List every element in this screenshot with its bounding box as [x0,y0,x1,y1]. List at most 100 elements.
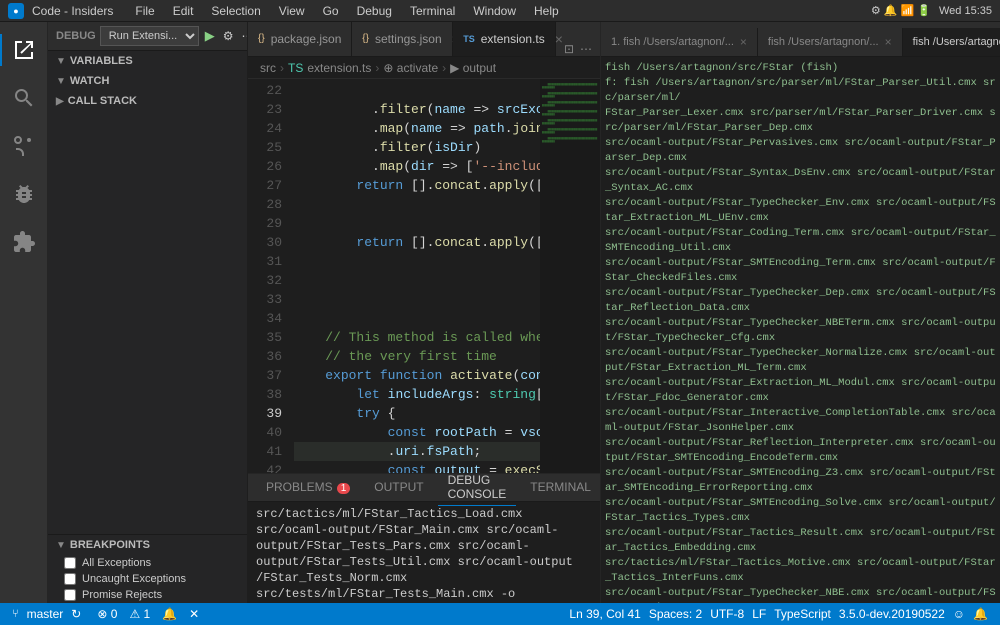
tab-settings-json[interactable]: {} settings.json × [352,22,453,56]
watch-header[interactable]: ▼ WATCH [48,71,247,91]
tab-package-json[interactable]: {} package.json × [248,22,352,56]
right-panel-content[interactable]: fish /Users/artagnon/src/FStar (fish) f:… [601,57,1000,603]
spaces[interactable]: Spaces: 2 [649,607,702,621]
right-panel-tabs: 1. fish /Users/artagnon/... × fish /User… [601,22,1000,57]
warning-count: ⚠ 1 [129,607,150,621]
encoding[interactable]: UTF-8 [710,607,744,621]
menu-file[interactable]: File [127,0,162,22]
line-numbers: 2223242526 2728293031 3233343536 3738 39… [248,79,290,473]
main-layout: DEBUG Run Extensi... ▶ ⚙ ⋯ ▼ VARIABLES ▼… [0,22,1000,603]
tab-package-label: package.json [271,32,342,46]
debug-label: DEBUG [56,30,96,42]
bp-promise-label: Promise Rejects [82,589,162,601]
callstack-section: ▶ CALL STACK [48,91,247,111]
git-icon: ⑂ [12,608,19,620]
bp-all-exceptions-label: All Exceptions [82,557,151,569]
callstack-header[interactable]: ▶ CALL STACK [48,91,247,111]
gear-icon[interactable]: ⚙ [221,27,236,45]
activity-git[interactable] [0,122,48,170]
panel-tab-output[interactable]: OUTPUT [364,476,433,499]
tab-extension-ts[interactable]: TS extension.ts × [453,22,556,56]
variables-header[interactable]: ▼ VARIABLES [48,51,247,71]
code-editor: 2223242526 2728293031 3233343536 3738 39… [248,79,600,473]
line-ending[interactable]: LF [752,607,766,621]
version-info: 3.5.0-dev.20190522 [839,607,945,621]
menu-bar: ● Code - Insiders File Edit Selection Vi… [0,0,1000,22]
breakpoints-header[interactable]: ▼ BREAKPOINTS [48,535,247,555]
split-editor-icon[interactable]: ⊡ [564,42,574,56]
activity-explorer[interactable] [0,26,48,74]
sidebar: DEBUG Run Extensi... ▶ ⚙ ⋯ ▼ VARIABLES ▼… [48,22,248,603]
panel-content[interactable]: src/tactics/ml/FStar_Tactics_Load.cmx sr… [248,502,600,603]
status-right: Ln 39, Col 41 Spaces: 2 UTF-8 LF TypeScr… [569,607,988,621]
error-count: ⊗ 0 [97,607,117,621]
panel-tab-problems[interactable]: PROBLEMS1 [256,476,360,499]
notification-icon: 🔔 [162,607,177,621]
feedback-icon[interactable]: ☺ [953,607,965,621]
right-tab-2[interactable]: fish /Users/artagnon/... × [758,28,903,56]
terminal-line: output/FStar_Tests_Pars.cmx src/ocaml-ou… [256,538,592,570]
menu-help[interactable]: Help [526,0,567,22]
watch-chevron: ▼ [56,76,66,87]
bp-promise: Promise Rejects [48,587,247,603]
minimap: ████████████████████████████████████████… [540,79,600,473]
breadcrumb-sep2: › [375,61,379,75]
right-tab-1-close[interactable]: × [740,35,747,49]
bp-all-exceptions-checkbox[interactable] [64,557,76,569]
breadcrumb: src › TS extension.ts › ⊕ activate › ▶ o… [248,57,600,79]
right-tab-3[interactable]: fish /Users/artagnon/... × [903,28,1000,56]
breadcrumb-output: ▶ output [450,61,496,75]
breakpoints-chevron: ▼ [56,540,66,551]
tab-extension-icon: TS [463,34,475,44]
tab-settings-label: settings.json [375,32,442,46]
activity-extensions[interactable] [0,218,48,266]
language-mode[interactable]: TypeScript [774,607,831,621]
activity-bar [0,22,48,603]
activity-debug[interactable] [0,170,48,218]
panel-tab-terminal[interactable]: TERMINAL [520,476,600,499]
panel-tabs: PROBLEMS1 OUTPUT DEBUG CONSOLE TERMINAL … [248,474,600,502]
system-icons: ⚙ 🔔 📶 🔋 [871,4,931,17]
more-tabs-icon[interactable]: ⋯ [580,42,592,56]
git-branch[interactable]: master [27,607,64,621]
menu-edit[interactable]: Edit [165,0,202,22]
tab-actions: ⊡ ⋯ [556,42,600,56]
tab-extension-label: extension.ts [481,32,545,46]
right-tab-1[interactable]: 1. fish /Users/artagnon/... × [601,28,758,56]
notification-bell[interactable]: 🔔 [973,607,988,621]
menu-selection[interactable]: Selection [203,0,268,22]
right-panel: 1. fish /Users/artagnon/... × fish /User… [600,22,1000,603]
variables-chevron: ▼ [56,56,66,67]
menu-view[interactable]: View [271,0,313,22]
app-icon: ● [8,3,24,19]
code-content[interactable]: .filter(name => srcExcludes.indexOf(name… [290,79,540,473]
bp-uncaught: Uncaught Exceptions [48,571,247,587]
menu-terminal[interactable]: Terminal [402,0,463,22]
activity-search[interactable] [0,74,48,122]
status-left: ⑂ master ↻ ⊗ 0 ⚠ 1 🔔 ✕ [12,607,199,621]
bp-uncaught-checkbox[interactable] [64,573,76,585]
breadcrumb-sep3: › [442,61,446,75]
right-tab-2-close[interactable]: × [885,35,892,49]
more-icon[interactable]: ⋯ [240,27,249,45]
sync-icon[interactable]: ↻ [71,607,81,621]
debug-controls: DEBUG Run Extensi... ▶ ⚙ ⋯ [48,22,247,51]
menu-debug[interactable]: Debug [349,0,400,22]
callstack-chevron: ▶ [56,96,64,107]
cursor-position[interactable]: Ln 39, Col 41 [569,607,640,621]
menu-go[interactable]: Go [315,0,347,22]
breadcrumb-src: src [260,61,276,75]
tabs-bar: {} package.json × {} settings.json × TS … [248,22,600,57]
bp-all-exceptions: All Exceptions [48,555,247,571]
breakpoints-label: BREAKPOINTS [70,539,150,551]
tab-settings-icon: {} [362,33,369,44]
menu-window[interactable]: Window [465,0,524,22]
terminal-line: /FStar_Tests_Norm.cmx src/tests/ml/FStar… [256,570,592,603]
bp-promise-checkbox[interactable] [64,589,76,601]
start-debug-button[interactable]: ▶ [203,26,217,46]
breakpoints-section: ▼ BREAKPOINTS All Exceptions Uncaught Ex… [48,534,247,603]
panel-tab-debug-console[interactable]: DEBUG CONSOLE [438,469,517,506]
status-bar: ⑂ master ↻ ⊗ 0 ⚠ 1 🔔 ✕ Ln 39, Col 41 Spa… [0,603,1000,625]
remote-icon: ✕ [189,607,199,621]
run-config-select[interactable]: Run Extensi... [100,26,199,46]
